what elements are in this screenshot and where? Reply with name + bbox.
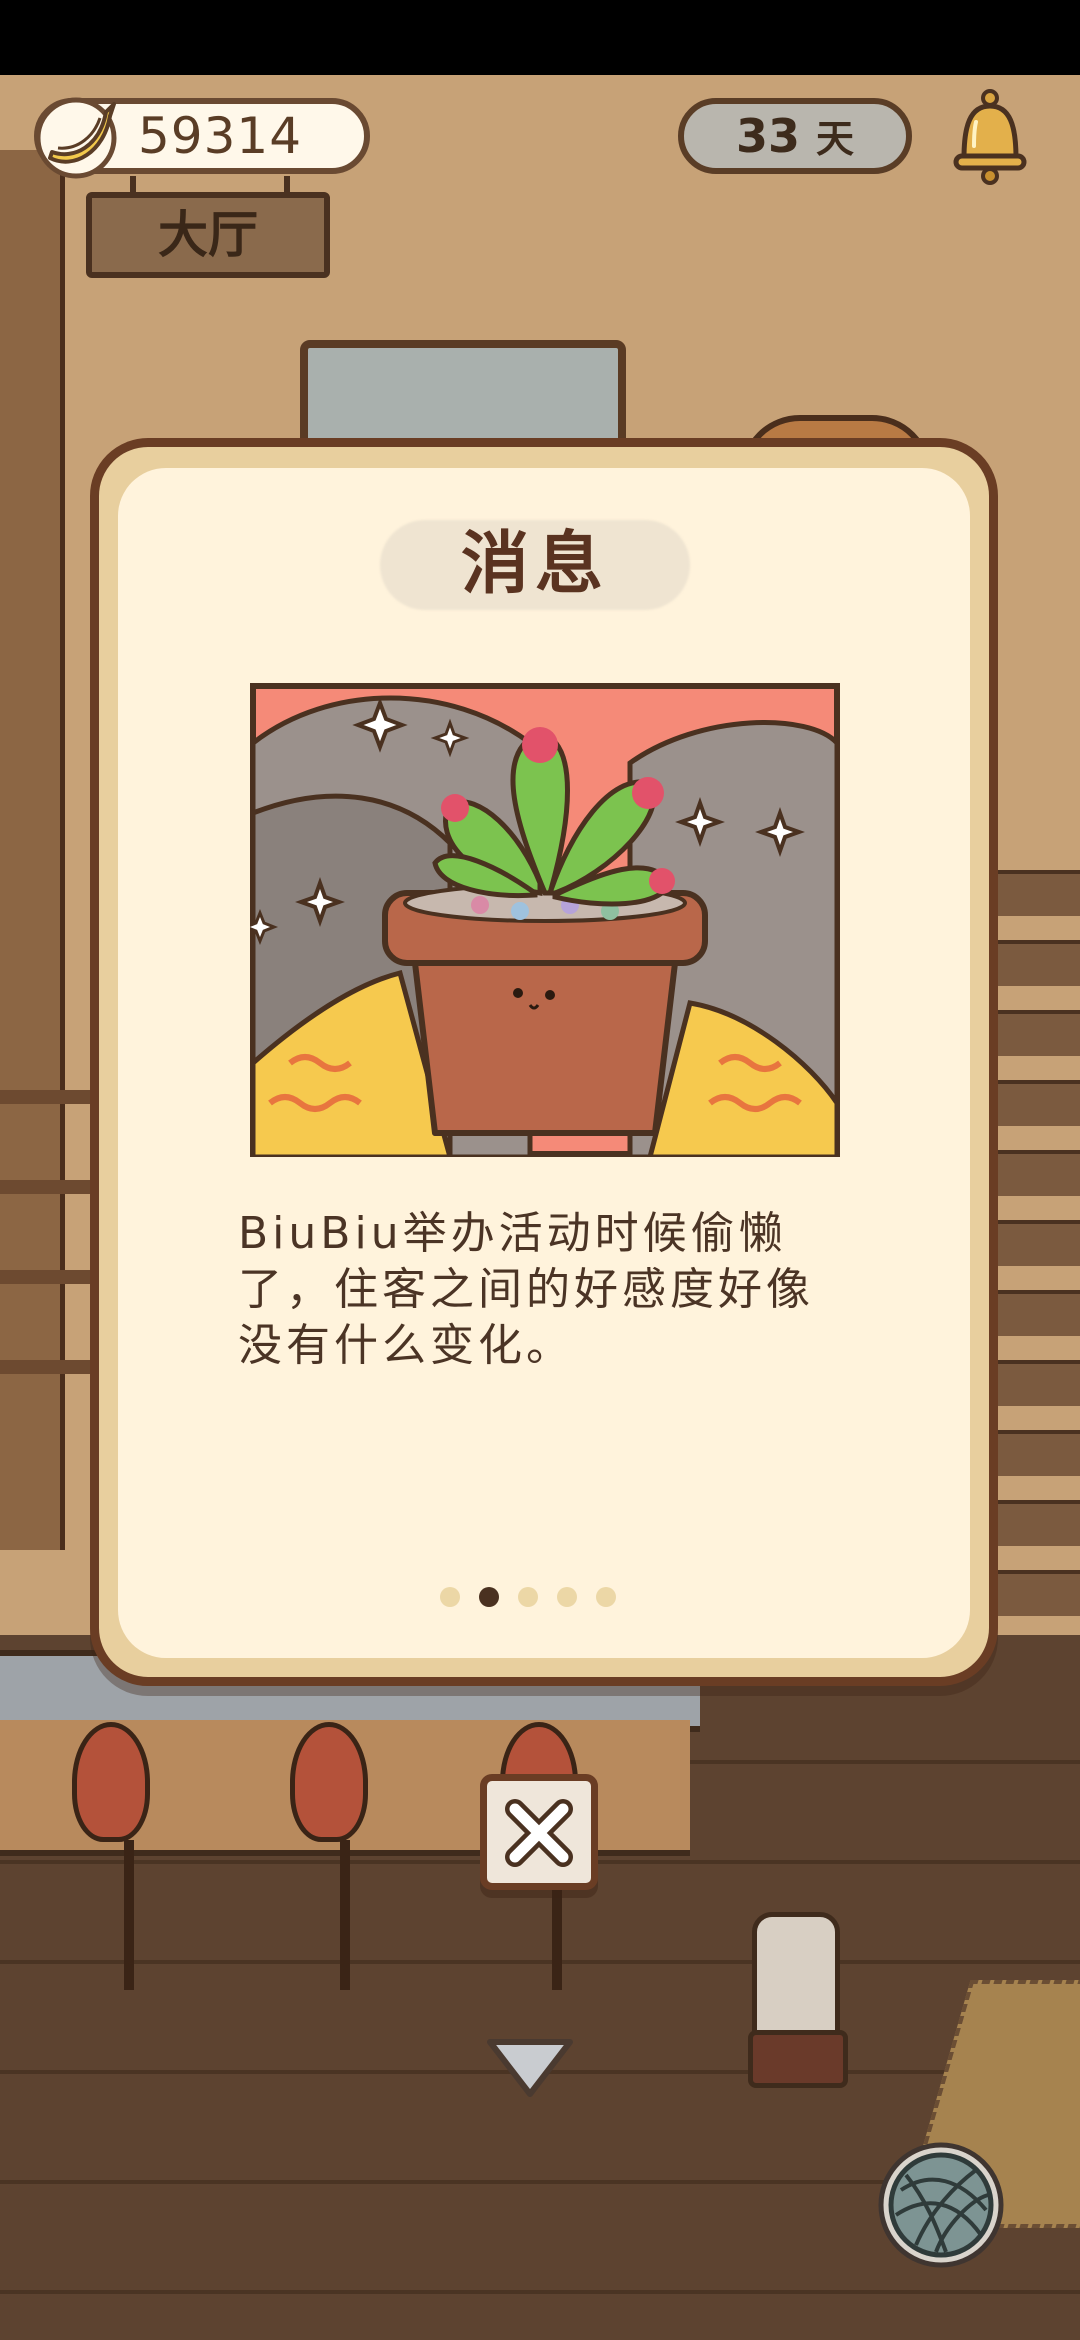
page-dot-active[interactable] <box>479 1587 499 1607</box>
close-icon <box>505 1799 573 1867</box>
day-counter: 33 天 <box>678 98 912 174</box>
bar-stool <box>72 1722 150 1842</box>
page-dot[interactable] <box>440 1587 460 1607</box>
room-name-sign: 大厅 <box>86 192 330 278</box>
floor-plank-line <box>0 1960 1080 1964</box>
coffee-grinder <box>752 1912 840 2047</box>
stair-step <box>990 1430 1080 1476</box>
page-dot[interactable] <box>518 1587 538 1607</box>
coin-count: 59314 <box>137 107 303 165</box>
banana-icon <box>35 97 117 179</box>
bar-stool-leg <box>124 1840 134 1990</box>
day-unit: 天 <box>816 117 855 161</box>
stair-step <box>990 1570 1080 1616</box>
bar-stool-leg <box>340 1840 350 1990</box>
message-text: BiuBiu举办活动时候偷懒了，住客之间的好感度好像没有什么变化。 <box>238 1208 814 1371</box>
stair-step <box>990 1080 1080 1126</box>
close-button[interactable] <box>480 1774 598 1890</box>
shelf <box>0 1180 90 1194</box>
status-bar-strip <box>0 0 1080 75</box>
stair-step <box>990 1290 1080 1336</box>
stair-step <box>990 1360 1080 1406</box>
stair-step <box>990 1500 1080 1546</box>
triangle-down-icon[interactable] <box>484 2036 576 2100</box>
shelf <box>0 1270 90 1284</box>
potted-plant-illustration <box>250 683 840 1157</box>
day-count: 33 <box>735 109 800 163</box>
page-dot[interactable] <box>596 1587 616 1607</box>
bar-stool <box>290 1722 368 1842</box>
floor-plank-line <box>0 2290 1080 2294</box>
stair-step <box>990 870 1080 916</box>
stair-step <box>990 1010 1080 1056</box>
page-indicator <box>440 1586 640 1608</box>
shelf <box>0 1360 90 1374</box>
yarn-ball-icon[interactable] <box>876 2140 1006 2270</box>
bell-icon[interactable] <box>946 86 1034 186</box>
stair-step <box>990 1220 1080 1266</box>
shelf <box>0 1090 90 1104</box>
coffee-grinder-base <box>748 2030 848 2088</box>
page-dot[interactable] <box>557 1587 577 1607</box>
stair-step <box>990 940 1080 986</box>
left-wall-panel <box>0 150 65 1550</box>
dialog-title: 消息 <box>460 525 609 604</box>
stair-step <box>990 1150 1080 1196</box>
